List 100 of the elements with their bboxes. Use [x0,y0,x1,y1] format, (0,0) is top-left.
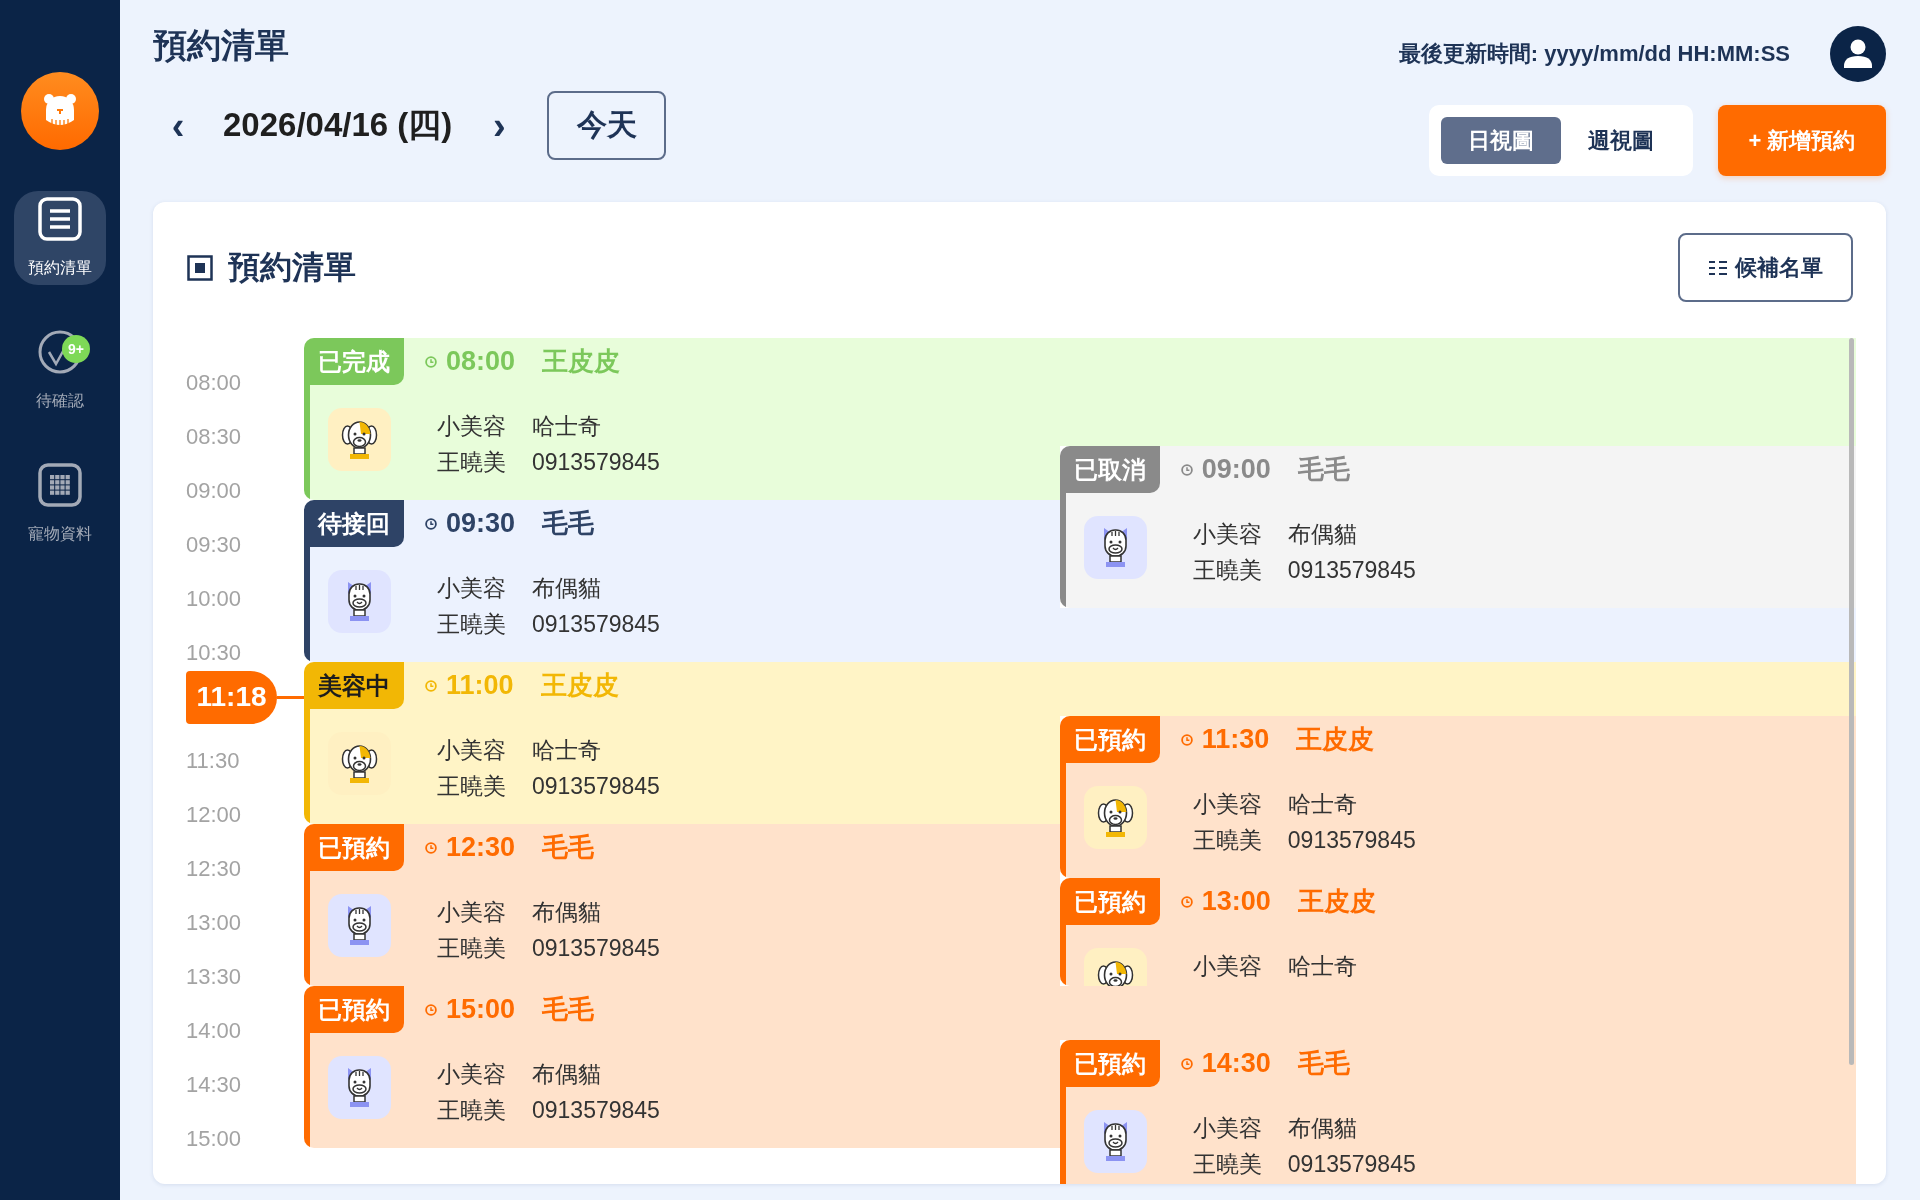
appointment-time: 13:00 [1201,886,1271,917]
owner-name: 王曉美 [437,1096,506,1125]
clock-icon [425,1003,437,1016]
appointment-time: 09:00 [1201,454,1271,485]
cat-avatar-icon [328,570,391,633]
pet-name: 王皮皮 [1297,885,1376,918]
previous-day-button[interactable]: ‹ [158,100,198,151]
owner-name: 王曉美 [437,610,506,639]
cat-avatar-icon [328,1056,391,1119]
pet-name: 王皮皮 [1296,723,1375,756]
phone-number: 0913579845 [532,610,660,639]
pet-name: 毛毛 [1297,453,1350,486]
view-tab[interactable]: 週視圖 [1561,117,1681,164]
pet-name: 王皮皮 [540,669,619,702]
last-updated-text: 最後更新時間: yyyy/mm/dd HH:MM:SS [1398,40,1790,68]
phone-number: 0913579845 [1287,1150,1416,1179]
time-label: 14:30 [186,1072,242,1098]
time-label: 12:00 [186,802,242,828]
appointment-card[interactable]: 已預約 15:00 毛毛 小美容 布偶貓 王曉美 0913579845 [304,986,1060,1148]
clock-icon [425,517,437,530]
groomer-name: 小美容 [1192,952,1262,981]
pet-name: 王皮皮 [542,345,621,378]
time-label: 14:00 [186,1018,242,1044]
appointment-time: 11:30 [1201,724,1270,755]
appointment-time: 08:00 [446,346,516,377]
appointment-card[interactable]: 待接回 09:30 毛毛 小美容 布偶貓 王曉美 0913579845 [304,500,1060,662]
nav-item[interactable]: 預約清單 [14,191,106,285]
phone-number: 0913579845 [1287,556,1416,585]
breed-name: 哈士奇 [1287,952,1357,981]
clock-icon [425,841,437,854]
appointment-card[interactable]: 已完成 08:00 王皮皮 小美容 哈士奇 王曉美 0913579845 [304,338,1060,500]
status-tag: 已取消 [1059,446,1160,493]
nav-item[interactable]: 9+ 待確認 [14,324,106,418]
current-time-badge: 11:18 [186,670,277,724]
owner-name: 王曉美 [1192,1150,1262,1179]
groomer-name: 小美容 [1192,790,1262,819]
square-icon [187,254,213,281]
scrollbar-thumb[interactable] [1849,338,1854,1065]
groomer-name: 小美容 [1192,1114,1262,1143]
status-tag: 已預約 [1059,878,1160,925]
list-icon [1708,259,1727,276]
time-label: 09:30 [186,532,242,558]
owner-name: 王曉美 [437,772,506,801]
cat-avatar-icon [1083,516,1147,579]
owner-name: 王曉美 [1192,556,1262,585]
time-label: 11:30 [186,748,240,774]
nav-item[interactable]: 寵物資料 [14,457,106,551]
time-label: 09:00 [186,478,242,504]
page-title: 預約清單 [153,25,290,66]
groomer-name: 小美容 [1192,520,1262,549]
status-tag: 已預約 [1059,1040,1160,1087]
dog-avatar-icon [328,408,391,471]
grid-icon [38,463,82,507]
account-icon[interactable] [1830,26,1886,82]
appointment-card[interactable]: 已預約 13:00 王皮皮 小美容 哈士奇 [1059,878,1856,986]
time-label: 12:30 [186,856,242,882]
groomer-name: 小美容 [437,898,506,927]
logo-icon [21,72,99,150]
breed-name: 哈士奇 [532,412,602,441]
time-label: 08:30 [186,424,242,450]
phone-number: 0913579845 [532,1096,660,1125]
appointment-card[interactable]: 已預約 11:30 王皮皮 小美容 哈士奇 王曉美 0913579845 [1059,716,1856,878]
status-tag: 已預約 [304,824,404,871]
appointment-card[interactable]: 已預約 14:30 毛毛 小美容 布偶貓 王曉美 0913579845 [1059,1040,1856,1184]
time-label: 13:00 [186,910,242,936]
status-tag: 美容中 [304,662,404,709]
status-tag: 已完成 [304,338,404,385]
clock-icon [1180,1057,1193,1070]
appointment-time: 14:30 [1201,1048,1271,1079]
count-badge: 9+ [62,335,90,363]
appointment-time: 11:00 [446,670,514,701]
status-tag: 已預約 [1059,716,1160,763]
breed-name: 布偶貓 [1287,520,1358,549]
time-label: 10:30 [186,640,242,666]
breed-name: 布偶貓 [532,574,602,603]
owner-name: 王曉美 [1192,826,1262,855]
next-day-button[interactable]: › [479,100,520,151]
groomer-name: 小美容 [437,1060,506,1089]
phone-number: 0913579845 [532,448,660,477]
clock-icon [1180,733,1193,746]
appointment-card[interactable]: 已取消 09:00 毛毛 小美容 布偶貓 王曉美 0913579845 [1059,446,1856,608]
breed-name: 布偶貓 [532,1060,602,1089]
breed-name: 哈士奇 [1287,790,1358,819]
today-button[interactable]: 今天 [547,91,667,160]
breed-name: 哈士奇 [532,736,602,765]
pet-name: 毛毛 [542,507,595,540]
view-tab[interactable]: 日視圖 [1441,117,1561,164]
dog-avatar-icon [1083,786,1147,849]
pet-name: 毛毛 [542,993,595,1026]
status-tag: 待接回 [304,500,404,547]
appointment-card[interactable]: 美容中 11:00 王皮皮 小美容 哈士奇 王曉美 0913579845 [304,662,1060,824]
appointment-time: 15:00 [446,994,516,1025]
clock-icon [1180,463,1193,476]
breed-name: 布偶貓 [532,898,602,927]
breed-name: 布偶貓 [1287,1114,1358,1143]
pet-name: 毛毛 [542,831,595,864]
appointment-card[interactable]: 已預約 12:30 毛毛 小美容 布偶貓 王曉美 0913579845 [304,824,1060,986]
waitlist-button[interactable]: 候補名單 [1678,233,1853,302]
cat-avatar-icon [328,894,391,957]
groomer-name: 小美容 [437,736,506,765]
